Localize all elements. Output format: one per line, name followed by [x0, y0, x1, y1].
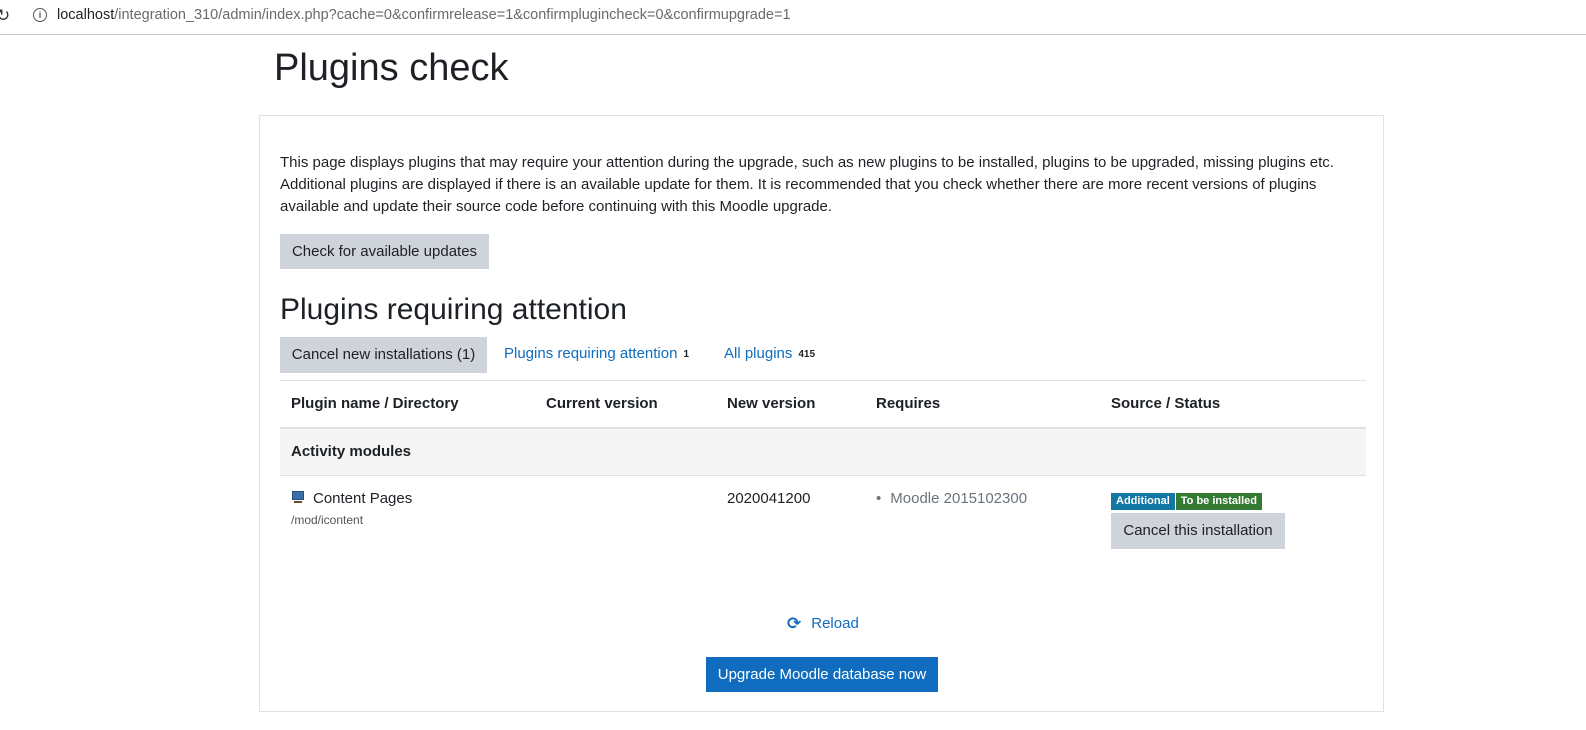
plugin-name-cell: Content Pages [291, 490, 412, 507]
header-current-version: Current version [546, 395, 658, 412]
header-requires: Requires [876, 395, 941, 412]
plugin-directory: /mod/icontent [291, 513, 364, 527]
upgrade-database-button[interactable]: Upgrade Moodle database now [706, 657, 938, 692]
url-path: /integration_310/admin/index.php?cache=0… [114, 7, 791, 23]
url-field[interactable]: localhost/integration_310/admin/index.ph… [57, 7, 791, 23]
cancel-installation-button[interactable]: Cancel this installation [1111, 513, 1285, 549]
cancel-new-installations-button[interactable]: Cancel new installations (1) [280, 337, 487, 373]
header-new-version: New version [727, 395, 816, 412]
requires-list: Moodle 2015102300 [876, 490, 1027, 507]
site-info-icon[interactable]: i [33, 8, 47, 22]
reload-link[interactable]: ⟳ Reload [787, 614, 859, 634]
check-updates-button[interactable]: Check for available updates [280, 234, 489, 269]
requires-cell: Moodle 2015102300 [876, 490, 1027, 507]
table-header-row: Plugin name / Directory Current version … [280, 380, 1366, 429]
requires-item: Moodle 2015102300 [876, 490, 1027, 507]
refresh-icon: ⟳ [787, 614, 802, 634]
browser-address-bar: ↻ i localhost/integration_310/admin/inde… [0, 0, 1586, 35]
new-version-cell: 2020041200 [727, 490, 811, 507]
table-row: Content Pages /mod/icontent 2020041200 M… [280, 476, 1366, 572]
filter-requiring-attention-label: Plugins requiring attention [504, 345, 678, 362]
intro-text: This page displays plugins that may requ… [280, 154, 1334, 215]
filter-requiring-attention-link[interactable]: Plugins requiring attention 1 [504, 345, 689, 362]
plugins-table: Plugin name / Directory Current version … [280, 380, 1366, 572]
plugin-name: Content Pages [313, 490, 413, 507]
plugins-check-panel: This page displays plugins that may requ… [259, 115, 1384, 712]
source-status-cell: Additional To be installed [1111, 491, 1262, 510]
group-label: Activity modules [291, 443, 412, 460]
header-plugin-name: Plugin name / Directory [291, 395, 459, 412]
section-title: Plugins requiring attention [280, 293, 627, 326]
source-badge: Additional [1111, 493, 1175, 510]
status-badge: To be installed [1175, 493, 1262, 510]
header-source-status: Source / Status [1111, 395, 1221, 412]
all-plugins-count-badge: 415 [798, 349, 816, 360]
table-group-row: Activity modules [280, 429, 1366, 476]
page-title: Plugins check [274, 47, 509, 89]
filter-all-plugins-link[interactable]: All plugins 415 [724, 345, 815, 362]
browser-reload-icon[interactable]: ↻ [0, 6, 10, 26]
monitor-icon [291, 490, 305, 504]
filter-all-plugins-label: All plugins [724, 345, 793, 362]
url-host: localhost [57, 7, 115, 23]
reload-label: Reload [811, 615, 859, 632]
requiring-attention-count-badge: 1 [683, 349, 690, 360]
